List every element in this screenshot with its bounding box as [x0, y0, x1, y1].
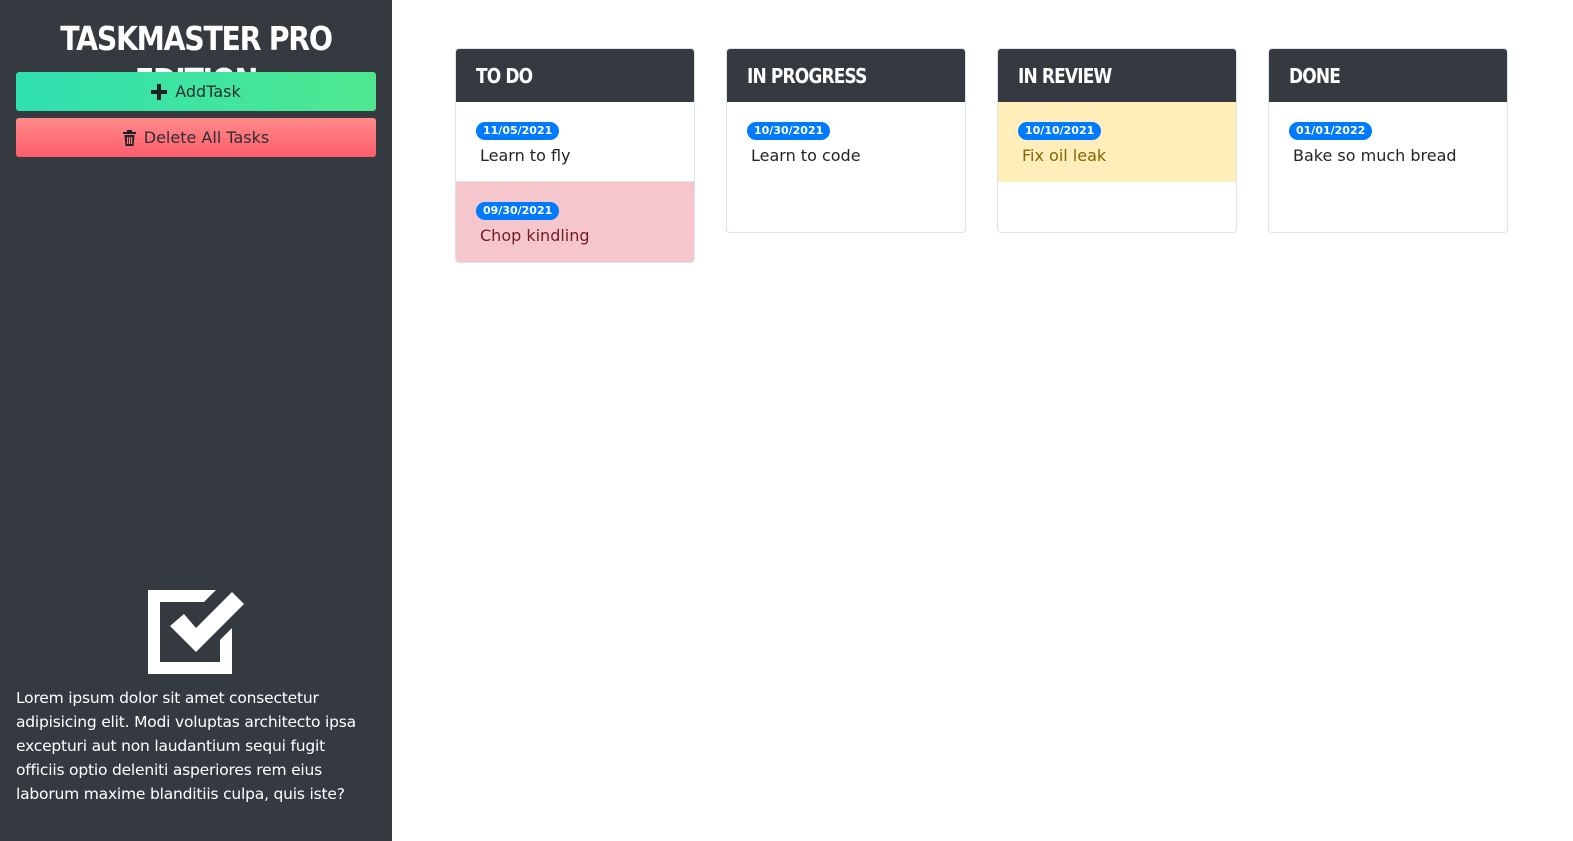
due-date-badge: 11/05/2021: [476, 122, 560, 140]
task-text: Learn to fly: [480, 146, 571, 165]
kanban-board: TO DO 11/05/2021 Learn to fly 09/30/2021…: [455, 48, 1508, 263]
task-card[interactable]: 11/05/2021 Learn to fly: [456, 102, 694, 182]
column-header: TO DO: [456, 49, 694, 102]
checkbox-checked-icon: [146, 588, 246, 676]
task-card[interactable]: 01/01/2022 Bake so much bread: [1269, 102, 1507, 182]
delete-all-tasks-button[interactable]: Delete All Tasks: [16, 118, 376, 157]
due-date-badge: 01/01/2022: [1289, 122, 1373, 140]
task-text: Learn to code: [751, 146, 861, 165]
task-text: Fix oil leak: [1022, 146, 1107, 165]
column-done: DONE 01/01/2022 Bake so much bread: [1268, 48, 1508, 233]
task-card[interactable]: 09/30/2021 Chop kindling: [456, 182, 694, 262]
column-todo: TO DO 11/05/2021 Learn to fly 09/30/2021…: [455, 48, 695, 263]
column-in-progress: IN PROGRESS 10/30/2021 Learn to code: [726, 48, 966, 233]
column-in-review: IN REVIEW 10/10/2021 Fix oil leak: [997, 48, 1237, 233]
sidebar: TASKMASTER PRO EDITION AddTask Delete Al…: [0, 0, 392, 841]
task-card[interactable]: 10/30/2021 Learn to code: [727, 102, 965, 182]
column-header: IN PROGRESS: [727, 49, 965, 102]
task-list: 01/01/2022 Bake so much bread: [1269, 102, 1507, 232]
task-list: 10/10/2021 Fix oil leak: [998, 102, 1236, 232]
task-list: 11/05/2021 Learn to fly 09/30/2021 Chop …: [456, 102, 694, 262]
column-header: DONE: [1269, 49, 1507, 102]
due-date-badge: 10/10/2021: [1018, 122, 1102, 140]
delete-all-tasks-label: Delete All Tasks: [143, 128, 270, 147]
task-card[interactable]: 10/10/2021 Fix oil leak: [998, 102, 1236, 182]
task-text: Chop kindling: [480, 226, 590, 245]
add-task-label: AddTask: [175, 82, 241, 101]
due-date-badge: 09/30/2021: [476, 202, 560, 220]
add-task-button[interactable]: AddTask: [16, 72, 376, 111]
task-list: 10/30/2021 Learn to code: [727, 102, 965, 232]
trash-icon: [122, 129, 136, 146]
due-date-badge: 10/30/2021: [747, 122, 831, 140]
column-header: IN REVIEW: [998, 49, 1236, 102]
plus-icon: [151, 83, 168, 100]
task-text: Bake so much bread: [1293, 146, 1457, 165]
sidebar-description: Lorem ipsum dolor sit amet consectetur a…: [16, 689, 356, 803]
